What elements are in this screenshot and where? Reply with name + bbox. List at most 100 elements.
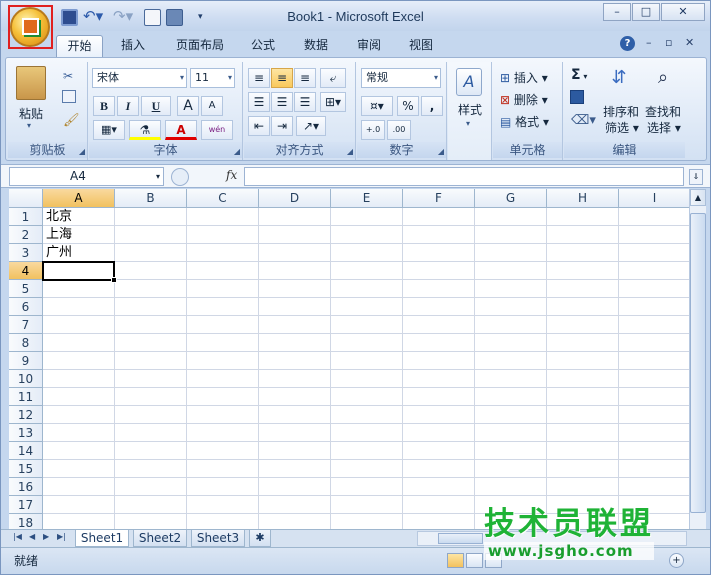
align-left-icon[interactable]: ☰: [248, 92, 270, 112]
fill-icon[interactable]: [570, 90, 584, 104]
row-header[interactable]: 18: [9, 514, 43, 529]
number-launcher-icon[interactable]: ◢: [438, 147, 444, 156]
insert-function-button[interactable]: fx: [226, 168, 237, 182]
grow-font-button[interactable]: A: [177, 96, 199, 116]
fill-color-icon[interactable]: ⚗: [129, 120, 161, 140]
row-header[interactable]: 9: [9, 352, 43, 370]
row-header[interactable]: 15: [9, 460, 43, 478]
column-header[interactable]: E: [331, 189, 403, 208]
font-color-button[interactable]: A: [165, 120, 197, 140]
row-header[interactable]: 5: [9, 280, 43, 298]
column-header[interactable]: C: [187, 189, 259, 208]
find-select-label-2[interactable]: 选择 ▾: [646, 118, 682, 137]
align-top-icon[interactable]: ≡: [248, 68, 270, 88]
sort-filter-icon[interactable]: ⇵: [606, 66, 632, 90]
italic-button[interactable]: I: [117, 96, 139, 116]
currency-icon[interactable]: ¤▾: [361, 96, 393, 116]
column-header[interactable]: G: [475, 189, 547, 208]
doc-minimize-icon[interactable]: –: [646, 36, 652, 49]
font-size-combo[interactable]: 11 ▾: [190, 68, 235, 88]
tab-home[interactable]: 开始: [56, 35, 103, 57]
formula-input[interactable]: [244, 167, 684, 186]
sheet-tab-3[interactable]: Sheet3: [191, 530, 245, 547]
doc-restore-icon[interactable]: ▫: [665, 36, 672, 49]
column-header[interactable]: H: [547, 189, 619, 208]
align-center-icon[interactable]: ☰: [271, 92, 293, 112]
row-header[interactable]: 2: [9, 226, 43, 244]
align-bottom-icon[interactable]: ≡: [294, 68, 316, 88]
minimize-button[interactable]: –: [603, 3, 631, 21]
fill-handle[interactable]: [111, 277, 117, 283]
row-header[interactable]: 16: [9, 478, 43, 496]
help-icon[interactable]: ?: [620, 36, 635, 51]
close-button[interactable]: ✕: [661, 3, 705, 21]
phonetic-button[interactable]: wén: [201, 120, 233, 140]
row-header[interactable]: 10: [9, 370, 43, 388]
vertical-scroll-thumb[interactable]: [690, 213, 706, 513]
font-launcher-icon[interactable]: ◢: [234, 147, 240, 156]
sort-filter-label-2[interactable]: 筛选 ▾: [604, 118, 640, 137]
underline-button[interactable]: U: [141, 96, 171, 116]
row-header[interactable]: 6: [9, 298, 43, 316]
doc-close-icon[interactable]: ✕: [685, 36, 694, 49]
insert-sheet-icon[interactable]: ✱: [249, 530, 271, 547]
format-painter-icon[interactable]: 🖌: [62, 112, 81, 129]
scroll-up-icon[interactable]: ▲: [690, 189, 706, 206]
increase-decimal-button[interactable]: +.0: [361, 120, 385, 140]
align-right-icon[interactable]: ☰: [294, 92, 316, 112]
column-header[interactable]: F: [403, 189, 475, 208]
row-header[interactable]: 8: [9, 334, 43, 352]
column-header[interactable]: I: [619, 189, 689, 208]
select-all-corner[interactable]: [9, 189, 43, 208]
zoom-in-icon[interactable]: +: [669, 553, 684, 568]
row-header[interactable]: 4: [9, 262, 43, 280]
sheet-tab-2[interactable]: Sheet2: [133, 530, 187, 547]
row-header[interactable]: 17: [9, 496, 43, 514]
first-sheet-icon[interactable]: |◀: [13, 532, 22, 541]
format-cells-button[interactable]: ▤ 格式 ▾: [499, 112, 550, 131]
align-middle-icon[interactable]: ≡: [271, 68, 293, 88]
tab-view[interactable]: 视图: [401, 35, 441, 57]
bold-button[interactable]: B: [93, 96, 115, 116]
row-header[interactable]: 3: [9, 244, 43, 262]
styles-dropdown-icon[interactable]: ▾: [465, 118, 471, 129]
paste-icon[interactable]: [16, 66, 46, 100]
alignment-launcher-icon[interactable]: ◢: [347, 147, 353, 156]
worksheet-grid[interactable]: A B C D E F G H I 1 2 3 4 5 6 7 8 9 10 1…: [9, 189, 689, 529]
decrease-indent-icon[interactable]: ⇤: [248, 116, 270, 136]
row-header[interactable]: 14: [9, 442, 43, 460]
clear-icon[interactable]: ⌫▾: [570, 112, 597, 129]
normal-view-icon[interactable]: [447, 553, 464, 568]
wrap-text-icon[interactable]: ⤶: [320, 68, 346, 88]
comma-button[interactable]: ,: [421, 96, 443, 116]
tab-review[interactable]: 审阅: [349, 35, 389, 57]
font-name-combo[interactable]: 宋体 ▾: [92, 68, 187, 88]
delete-cells-button[interactable]: ⊠ 删除 ▾: [499, 90, 549, 109]
autosum-button[interactable]: Σ ▾: [570, 66, 588, 84]
cell-a2[interactable]: 上海: [46, 226, 72, 244]
decrease-decimal-button[interactable]: .00: [387, 120, 411, 140]
merge-center-icon[interactable]: ⊞▾: [320, 92, 346, 112]
row-header[interactable]: 12: [9, 406, 43, 424]
shrink-font-button[interactable]: A: [201, 96, 223, 116]
column-header[interactable]: A: [43, 189, 115, 208]
sheet-tab-1[interactable]: Sheet1: [75, 530, 129, 547]
increase-indent-icon[interactable]: ⇥: [271, 116, 293, 136]
tab-insert[interactable]: 插入: [111, 35, 155, 57]
expand-formula-bar-icon[interactable]: ⇓: [689, 169, 703, 185]
active-cell-a4[interactable]: [42, 261, 115, 281]
insert-cells-button[interactable]: ⊞ 插入 ▾: [499, 68, 549, 87]
last-sheet-icon[interactable]: ▶|: [57, 532, 66, 541]
borders-icon[interactable]: ▦▾: [93, 120, 125, 140]
name-box[interactable]: A4 ▾: [9, 167, 164, 186]
cell-a1[interactable]: 北京: [46, 208, 72, 226]
column-header[interactable]: D: [259, 189, 331, 208]
percent-button[interactable]: %: [397, 96, 419, 116]
next-sheet-icon[interactable]: ▶: [43, 532, 49, 541]
find-select-icon[interactable]: ⌕: [650, 66, 676, 90]
prev-sheet-icon[interactable]: ◀: [29, 532, 35, 541]
clipboard-launcher-icon[interactable]: ◢: [79, 147, 85, 156]
vertical-scrollbar[interactable]: ▲: [689, 189, 706, 529]
tab-formulas[interactable]: 公式: [243, 35, 283, 57]
paste-dropdown-icon[interactable]: ▾: [26, 120, 32, 131]
